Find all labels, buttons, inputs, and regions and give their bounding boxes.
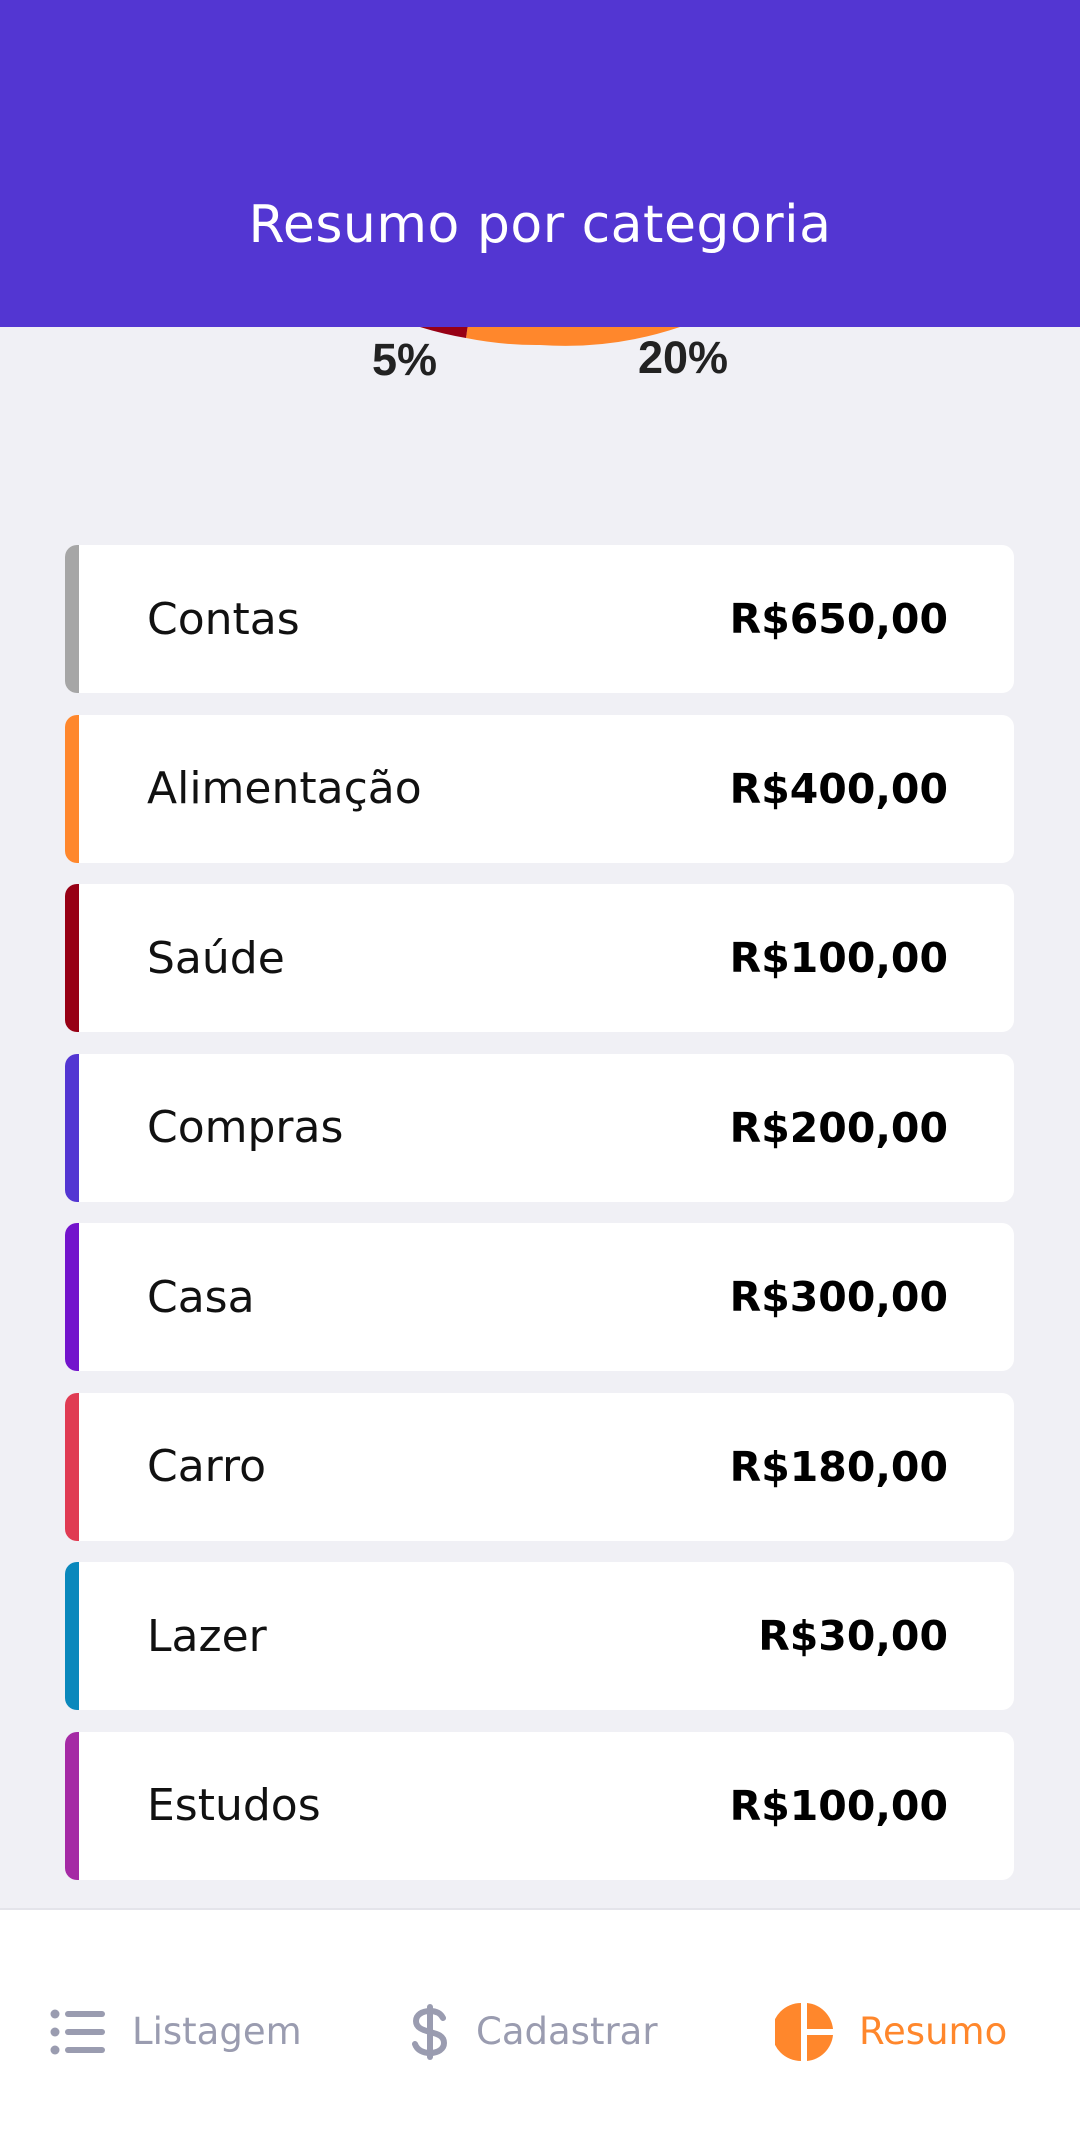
category-card[interactable]: Contas R$650,00 xyxy=(65,545,1014,693)
summary-screen: 5% 20% Resumo por categoria Contas R$650… xyxy=(0,0,1080,2151)
category-amount: R$400,00 xyxy=(729,764,948,813)
category-color-bar xyxy=(65,1731,79,1880)
category-amount: R$180,00 xyxy=(729,1442,948,1491)
tab-listagem[interactable]: Listagem xyxy=(50,1910,302,2151)
tab-label: Cadastrar xyxy=(476,2010,658,2053)
category-card[interactable]: Alimentação R$400,00 xyxy=(65,714,1014,863)
category-name: Contas xyxy=(147,593,300,645)
pie-percent-label: 5% xyxy=(372,334,438,385)
category-color-bar xyxy=(65,1392,79,1541)
category-amount: R$200,00 xyxy=(729,1103,948,1152)
tab-cadastrar[interactable]: Cadastrar xyxy=(410,1910,658,2151)
category-amount: R$650,00 xyxy=(729,595,948,643)
category-name: Alimentação xyxy=(147,763,422,814)
category-card[interactable]: Lazer R$30,00 xyxy=(65,1562,1014,1710)
category-name: Casa xyxy=(147,1271,255,1323)
category-card[interactable]: Saúde R$100,00 xyxy=(65,884,1014,1032)
category-amount: R$100,00 xyxy=(729,934,948,982)
category-name: Compras xyxy=(147,1102,344,1153)
category-color-bar xyxy=(65,545,79,693)
category-color-bar xyxy=(65,884,79,1032)
category-card[interactable]: Compras R$200,00 xyxy=(65,1053,1014,1202)
category-name: Saúde xyxy=(147,932,285,984)
tab-label: Listagem xyxy=(132,2010,302,2053)
category-amount: R$100,00 xyxy=(729,1781,948,1830)
dollar-sign-icon xyxy=(410,2003,450,2060)
pie-chart-icon xyxy=(775,2002,833,2061)
category-card[interactable]: Estudos R$100,00 xyxy=(65,1731,1014,1880)
category-amount: R$30,00 xyxy=(758,1612,948,1660)
category-color-bar xyxy=(65,714,79,863)
tab-label: Resumo xyxy=(859,2010,1008,2053)
category-color-bar xyxy=(65,1053,79,1202)
pie-percent-label: 20% xyxy=(638,332,729,383)
category-name: Estudos xyxy=(147,1780,321,1831)
app-header: Resumo por categoria xyxy=(0,0,1080,327)
bottom-navigation: Listagem Cadastrar Resumo xyxy=(0,1908,1080,2151)
page-title: Resumo por categoria xyxy=(248,195,832,255)
category-color-bar xyxy=(65,1223,79,1371)
category-card[interactable]: Carro R$180,00 xyxy=(65,1392,1014,1541)
category-amount: R$300,00 xyxy=(729,1273,948,1321)
category-card[interactable]: Casa R$300,00 xyxy=(65,1223,1014,1371)
category-color-bar xyxy=(65,1562,79,1710)
category-name: Lazer xyxy=(147,1610,267,1662)
category-list: Contas R$650,00 Alimentação R$400,00 Saú… xyxy=(65,545,1014,1901)
category-name: Carro xyxy=(147,1441,267,1492)
list-icon xyxy=(50,2008,106,2056)
tab-resumo[interactable]: Resumo xyxy=(775,1910,1007,2151)
